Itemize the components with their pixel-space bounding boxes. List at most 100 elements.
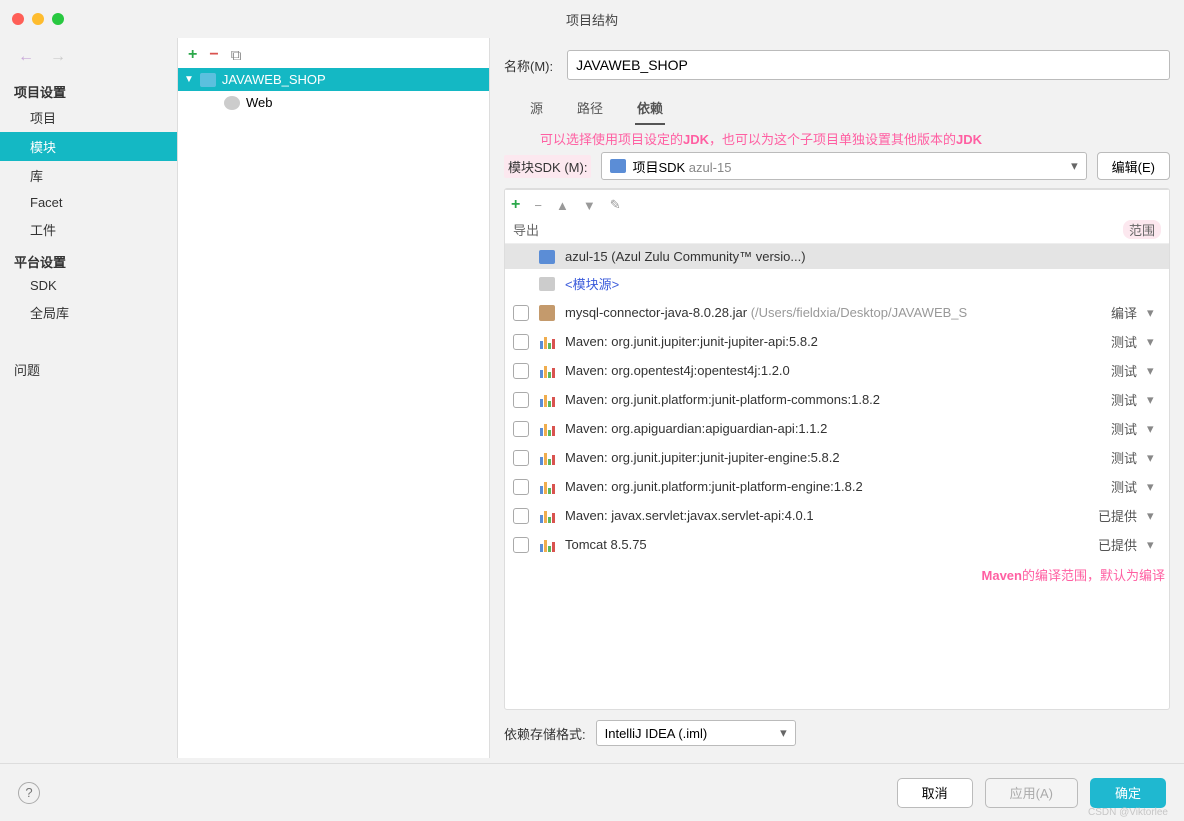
source-folder-icon xyxy=(539,277,555,291)
dependency-name: Maven: org.junit.jupiter:junit-jupiter-e… xyxy=(565,450,1067,465)
jar-icon xyxy=(539,305,555,321)
module-tree-panel: + − ⧉ ▼ JAVAWEB_SHOP Web xyxy=(178,38,490,758)
platform-settings-header: 平台设置 xyxy=(0,250,177,273)
dependency-name: Maven: org.junit.platform:junit-platform… xyxy=(565,392,1067,407)
cancel-button[interactable]: 取消 xyxy=(897,778,973,808)
dependency-scope[interactable]: 已提供 xyxy=(1077,535,1137,554)
dependency-scope[interactable]: 测试 xyxy=(1077,448,1137,467)
dependency-row[interactable]: Maven: org.junit.jupiter:junit-jupiter-a… xyxy=(505,327,1169,356)
sdk-folder-icon xyxy=(610,159,626,173)
minimize-button[interactable] xyxy=(32,13,44,25)
export-checkbox[interactable] xyxy=(513,334,529,350)
scope-caret-icon: ▾ xyxy=(1147,479,1161,495)
storage-format-label: 依赖存储格式: xyxy=(504,724,586,743)
scope-caret-icon: ▾ xyxy=(1147,392,1161,408)
edit-dep-icon: ✎ xyxy=(610,197,621,213)
dependency-scope[interactable]: 测试 xyxy=(1077,361,1137,380)
ok-button[interactable]: 确定 xyxy=(1090,778,1166,808)
dependency-row[interactable]: mysql-connector-java-8.0.28.jar (/Users/… xyxy=(505,298,1169,327)
dependency-scope[interactable]: 测试 xyxy=(1077,390,1137,409)
dependency-row[interactable]: <模块源> xyxy=(505,269,1169,298)
library-icon xyxy=(539,537,555,553)
tab-paths[interactable]: 路径 xyxy=(575,92,605,125)
sidebar-item-problems[interactable]: 问题 xyxy=(0,355,177,384)
window-title: 项目结构 xyxy=(566,10,618,29)
back-arrow-icon[interactable]: ← xyxy=(18,48,34,66)
sidebar-item-sdks[interactable]: SDK xyxy=(0,273,177,298)
export-checkbox[interactable] xyxy=(513,508,529,524)
export-checkbox[interactable] xyxy=(513,363,529,379)
close-button[interactable] xyxy=(12,13,24,25)
dependency-name: <模块源> xyxy=(565,274,1067,293)
help-button[interactable]: ? xyxy=(18,782,40,804)
chevron-down-icon: ▾ xyxy=(1071,158,1078,174)
sidebar-item-project[interactable]: 项目 xyxy=(0,103,177,132)
scope-caret-icon: ▾ xyxy=(1147,363,1161,379)
library-icon xyxy=(539,334,555,350)
sidebar-item-artifacts[interactable]: 工件 xyxy=(0,215,177,244)
module-name-input[interactable] xyxy=(567,50,1170,80)
module-sdk-dropdown[interactable]: 项目SDK azul-15 ▾ xyxy=(601,152,1086,180)
add-dep-icon[interactable]: + xyxy=(511,196,520,214)
export-checkbox[interactable] xyxy=(513,421,529,437)
sidebar-item-libraries[interactable]: 库 xyxy=(0,161,177,190)
export-checkbox[interactable] xyxy=(513,392,529,408)
forward-arrow-icon[interactable]: → xyxy=(50,48,66,66)
scope-caret-icon: ▾ xyxy=(1147,450,1161,466)
export-column-header: 导出 xyxy=(513,220,565,239)
tree-root-module[interactable]: ▼ JAVAWEB_SHOP xyxy=(178,68,489,91)
dependency-row[interactable]: Tomcat 8.5.75已提供▾ xyxy=(505,530,1169,559)
left-sidebar: ← → 项目设置 项目 模块 库 Facet 工件 平台设置 SDK 全局库 问… xyxy=(0,38,178,758)
dependency-name: mysql-connector-java-8.0.28.jar (/Users/… xyxy=(565,305,1067,320)
sidebar-item-global-libs[interactable]: 全局库 xyxy=(0,298,177,327)
sidebar-item-modules[interactable]: 模块 xyxy=(0,132,177,161)
storage-format-dropdown[interactable]: IntelliJ IDEA (.iml) ▾ xyxy=(596,720,796,746)
titlebar: 项目结构 xyxy=(0,0,1184,38)
export-checkbox[interactable] xyxy=(513,479,529,495)
caret-down-icon: ▼ xyxy=(184,74,194,85)
dependency-scope[interactable]: 测试 xyxy=(1077,332,1137,351)
tree-root-label: JAVAWEB_SHOP xyxy=(222,72,326,87)
remove-module-icon[interactable]: − xyxy=(209,46,218,64)
copy-module-icon[interactable]: ⧉ xyxy=(231,47,242,64)
annotation-maven-scope: Maven的编译范围，默认为编译 xyxy=(505,559,1169,590)
dependency-scope[interactable]: 编译 xyxy=(1077,303,1137,322)
export-checkbox[interactable] xyxy=(513,305,529,321)
dialog-footer: ? 取消 应用(A) 确定 xyxy=(0,763,1184,821)
dependency-row[interactable]: Maven: org.apiguardian:apiguardian-api:1… xyxy=(505,414,1169,443)
scope-caret-icon: ▾ xyxy=(1147,421,1161,437)
dependency-name: Maven: org.junit.jupiter:junit-jupiter-a… xyxy=(565,334,1067,349)
dependencies-table: + − ▲ ▼ ✎ 导出 范围 azul-15 (Azul Zulu Commu… xyxy=(504,188,1170,710)
export-checkbox[interactable] xyxy=(513,450,529,466)
export-checkbox[interactable] xyxy=(513,537,529,553)
dependency-scope[interactable]: 已提供 xyxy=(1077,506,1137,525)
edit-sdk-button[interactable]: 编辑(E) xyxy=(1097,152,1170,180)
apply-button: 应用(A) xyxy=(985,778,1078,808)
maximize-button[interactable] xyxy=(52,13,64,25)
dependency-row[interactable]: Maven: org.opentest4j:opentest4j:1.2.0测试… xyxy=(505,356,1169,385)
dependency-scope[interactable]: 测试 xyxy=(1077,477,1137,496)
move-up-icon: ▲ xyxy=(556,198,569,213)
dependency-name: Maven: org.junit.platform:junit-platform… xyxy=(565,479,1067,494)
module-sdk-label: 模块SDK (M): xyxy=(504,155,591,178)
library-icon xyxy=(539,421,555,437)
dependency-row[interactable]: Maven: org.junit.platform:junit-platform… xyxy=(505,385,1169,414)
dependency-name: Maven: javax.servlet:javax.servlet-api:4… xyxy=(565,508,1067,523)
sdk-value-label: 项目SDK azul-15 xyxy=(632,157,731,176)
library-icon xyxy=(539,363,555,379)
dependency-row[interactable]: azul-15 (Azul Zulu Community™ versio...) xyxy=(505,244,1169,269)
module-folder-icon xyxy=(200,73,216,87)
remove-dep-icon: − xyxy=(534,198,542,213)
sidebar-item-facets[interactable]: Facet xyxy=(0,190,177,215)
storage-format-value: IntelliJ IDEA (.iml) xyxy=(605,726,708,741)
tree-child-web[interactable]: Web xyxy=(178,91,489,114)
add-module-icon[interactable]: + xyxy=(188,46,197,64)
dependency-scope[interactable]: 测试 xyxy=(1077,419,1137,438)
dependency-row[interactable]: Maven: javax.servlet:javax.servlet-api:4… xyxy=(505,501,1169,530)
tab-dependencies[interactable]: 依赖 xyxy=(635,92,665,125)
dependency-row[interactable]: Maven: org.junit.jupiter:junit-jupiter-e… xyxy=(505,443,1169,472)
dependency-row[interactable]: Maven: org.junit.platform:junit-platform… xyxy=(505,472,1169,501)
tab-sources[interactable]: 源 xyxy=(528,92,545,125)
dependency-name: Maven: org.apiguardian:apiguardian-api:1… xyxy=(565,421,1067,436)
dependency-name: azul-15 (Azul Zulu Community™ versio...) xyxy=(565,249,1067,264)
